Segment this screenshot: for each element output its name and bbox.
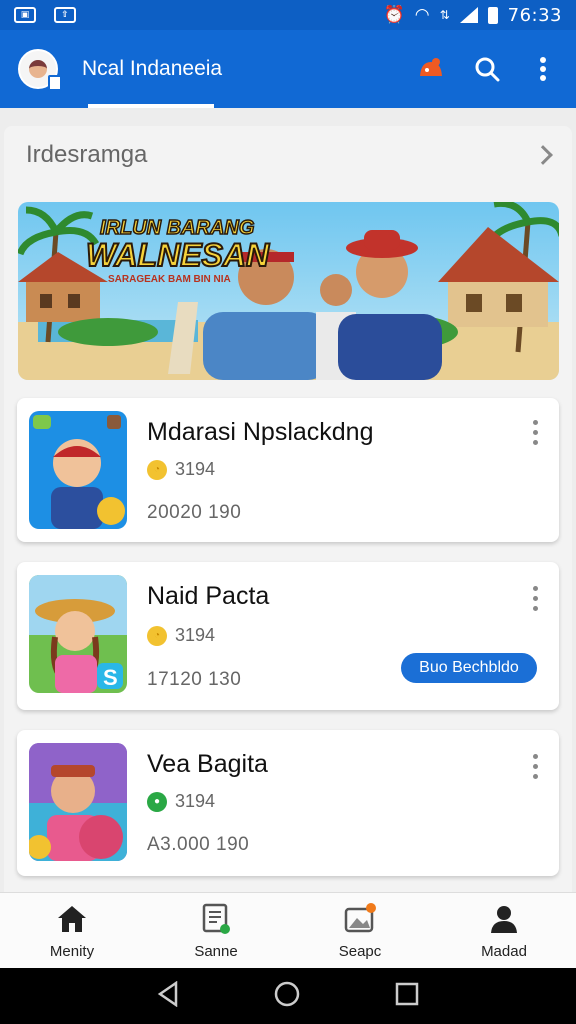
nav-item-gallery[interactable]: Seapc (288, 893, 432, 968)
search-icon[interactable] (472, 54, 502, 84)
wifi-icon: ◠ (414, 5, 430, 25)
image-icon: ▣ (14, 7, 36, 23)
game-thumbnail: S (29, 575, 127, 693)
alarm-icon: ⏰ (383, 5, 405, 25)
game-card[interactable]: Mdarasi Npslackdng ◔ 3194 20020 190 (17, 398, 559, 542)
game-title: Naid Pacta (147, 582, 270, 610)
section-title: Irdesramga (26, 141, 148, 168)
more-vertical-icon[interactable] (533, 754, 539, 779)
gallery-icon (344, 903, 376, 935)
nav-label: Menity (49, 943, 95, 960)
coin-icon: ◔ (147, 625, 167, 646)
document-icon (200, 903, 232, 935)
signal-icon (459, 7, 478, 23)
nav-item-home[interactable]: Menity (0, 893, 144, 968)
coin-icon: ● (147, 791, 167, 812)
promo-banner[interactable]: IRLUN BARANG WALNESAN SARAGEAK BAM BIN N… (18, 202, 559, 380)
svg-text:S: S (103, 665, 118, 690)
more-vertical-icon[interactable] (533, 420, 539, 445)
system-nav-bar (0, 968, 576, 1024)
status-time: 76:33 (507, 4, 562, 26)
game-title: Vea Bagita (147, 750, 268, 778)
more-vertical-icon[interactable] (533, 586, 539, 611)
recents-icon[interactable] (395, 982, 419, 1011)
banner-headline-line1: IRLUN BARANG (100, 217, 254, 239)
bottom-nav: Menity Sanne Seapc Madad (0, 892, 576, 968)
game-thumbnail (29, 743, 127, 861)
nav-label: Sanne (194, 943, 238, 960)
more-vertical-icon[interactable] (528, 54, 558, 84)
battery-icon (487, 6, 498, 24)
person-icon (488, 903, 520, 935)
game-rating: 3194 (175, 459, 216, 479)
avatar-face-icon (29, 60, 47, 78)
main-content[interactable]: Irdesramga IRLUN BARANG WALNESAN SARAGEA… (0, 108, 576, 892)
chevron-right-icon (533, 145, 553, 165)
home-button-icon[interactable] (273, 980, 301, 1013)
avatar[interactable] (18, 49, 62, 91)
coin-icon: ◔ (147, 459, 167, 480)
notification-icon[interactable] (416, 54, 446, 84)
nav-label: Madad (481, 943, 527, 960)
avatar-badge-icon (48, 75, 62, 91)
game-thumbnail (29, 411, 127, 529)
section-header[interactable]: Irdesramga (4, 126, 572, 184)
status-bar: ▣ ⇧ ⏰ ◠ ⇅ 76:33 (0, 0, 576, 30)
game-rating: 3194 (175, 625, 216, 645)
page-title: Ncal Indaneeia (82, 57, 223, 80)
game-title: Mdarasi Npslackdng (147, 418, 374, 446)
game-rating: 3194 (175, 791, 216, 811)
data-icon: ⇅ (439, 8, 450, 22)
home-icon (56, 903, 88, 935)
app-bar: Ncal Indaneeia (0, 30, 576, 108)
game-downloads: 20020 190 (147, 502, 242, 523)
game-card[interactable]: S Naid Pacta ◔ 3194 17120 130 Buo Bechbl… (17, 562, 559, 710)
nav-item-document[interactable]: Sanne (144, 893, 288, 968)
banner-tagline: SARAGEAK BAM BIN NIA (108, 274, 231, 285)
upload-icon: ⇧ (54, 7, 76, 23)
banner-headline-line2: WALNESAN (86, 237, 270, 273)
game-downloads: A3.000 190 (147, 834, 250, 855)
nav-label: Seapc (338, 943, 382, 960)
back-icon[interactable] (157, 980, 179, 1012)
nav-item-profile[interactable]: Madad (432, 893, 576, 968)
game-card[interactable]: Vea Bagita ● 3194 A3.000 190 (17, 730, 559, 876)
install-button[interactable]: Buo Bechbldo (401, 653, 537, 683)
game-downloads: 17120 130 (147, 669, 242, 690)
